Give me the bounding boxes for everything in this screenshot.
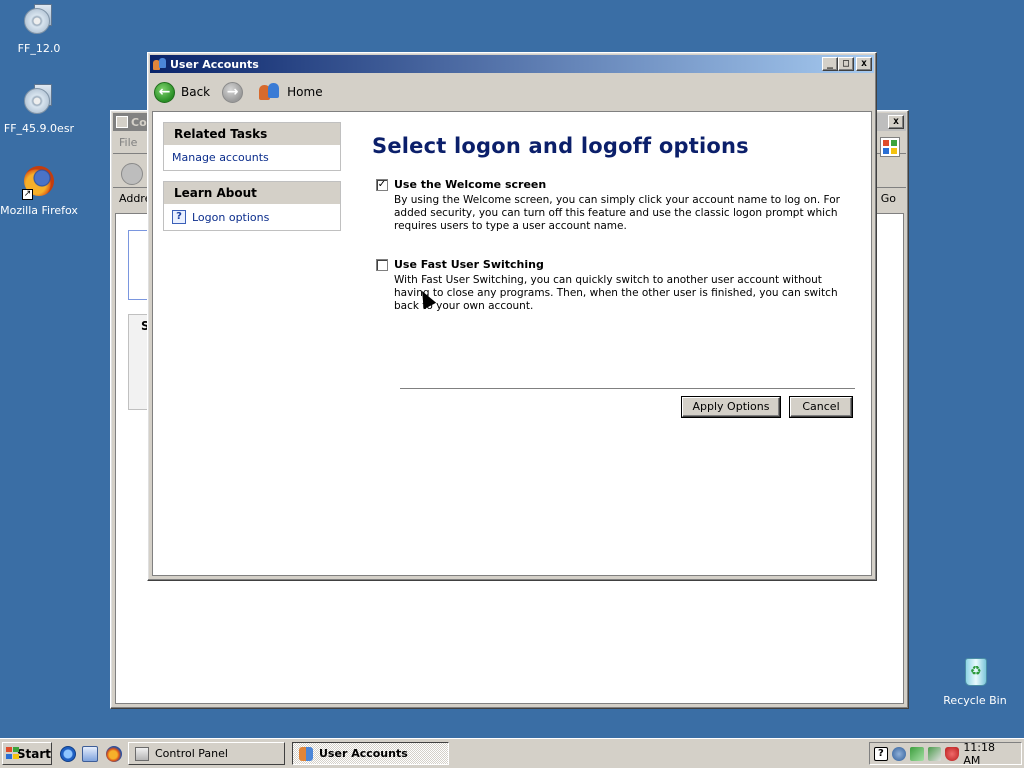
taskbar: Start Control Panel User Accounts ? 11:1… (0, 738, 1024, 768)
home-button[interactable]: Home (287, 85, 322, 99)
back-button[interactable]: Back (181, 85, 210, 99)
start-button[interactable]: Start (2, 742, 52, 765)
back-arrow-icon[interactable]: ← (154, 81, 175, 103)
control-panel-app-icon (116, 116, 128, 128)
related-tasks-panel: Related Tasks Manage accounts (163, 122, 341, 171)
home-users-icon[interactable] (259, 82, 281, 102)
close-icon[interactable]: x (888, 115, 904, 129)
desktop-icon-label: FF_12.0 (17, 42, 61, 55)
cd-installer-icon (22, 4, 56, 38)
logon-options-label: Logon options (192, 210, 270, 224)
security-alert-icon[interactable] (945, 746, 960, 761)
desktop-icon-ff12[interactable]: FF_12.0 (0, 4, 81, 55)
desktop-icon-label: FF_45.9.0esr (3, 122, 75, 135)
desktop-icon-label: Recycle Bin (943, 694, 1007, 707)
separator-line (400, 388, 855, 389)
welcome-screen-label[interactable]: Use the Welcome screen (394, 178, 546, 191)
manage-accounts-label: Manage accounts (172, 151, 269, 164)
menu-file[interactable]: File (119, 136, 137, 149)
taskbar-item-user-accounts[interactable]: User Accounts (292, 742, 449, 765)
fast-user-switching-option: Use Fast User Switching With Fast User S… (376, 258, 856, 313)
user-accounts-icon (299, 746, 313, 761)
help-question-icon: ? (172, 210, 186, 224)
system-tray: ? 11:18 AM (869, 741, 1022, 767)
user-accounts-window[interactable]: User Accounts _ □ x ← Back → Home Relate… (147, 52, 877, 581)
apply-options-button[interactable]: Apply Options (682, 397, 780, 417)
taskbar-item-label: Control Panel (155, 747, 228, 760)
welcome-screen-description: By using the Welcome screen, you can sim… (394, 194, 840, 232)
welcome-screen-checkbox[interactable]: ✓ (376, 178, 388, 191)
fast-user-switching-label[interactable]: Use Fast User Switching (394, 258, 544, 271)
internet-explorer-icon[interactable] (60, 746, 76, 762)
related-tasks-heading: Related Tasks (164, 123, 340, 145)
user-accounts-titlebar[interactable]: User Accounts _ □ x (150, 55, 874, 73)
fast-user-switching-checkbox[interactable] (376, 258, 388, 271)
help-tray-icon[interactable]: ? (874, 746, 888, 761)
show-desktop-icon[interactable] (82, 746, 98, 762)
taskbar-item-control-panel[interactable]: Control Panel (128, 742, 285, 765)
welcome-screen-option: ✓ Use the Welcome screen By using the We… (376, 178, 856, 233)
desktop-icon-firefox[interactable]: ↗ Mozilla Firefox (0, 166, 81, 217)
learn-about-panel: Learn About ? Logon options (163, 181, 341, 231)
desktop-icon-ff45[interactable]: FF_45.9.0esr (0, 84, 81, 135)
desktop-icon-recycle-bin[interactable]: Recycle Bin (933, 656, 1017, 707)
network-icon[interactable] (909, 746, 924, 761)
logon-options-link[interactable]: ? Logon options (164, 204, 340, 230)
security-shield-icon[interactable] (891, 746, 906, 761)
cancel-button[interactable]: Cancel (790, 397, 852, 417)
window-title: User Accounts (170, 57, 259, 71)
forward-arrow-icon[interactable]: → (222, 81, 244, 103)
back-icon[interactable] (121, 163, 143, 185)
user-accounts-app-icon (153, 58, 167, 70)
start-label: Start (16, 746, 51, 761)
cd-installer-icon (22, 84, 56, 118)
minimize-icon[interactable]: _ (822, 57, 838, 71)
manage-accounts-link[interactable]: Manage accounts (164, 145, 340, 170)
firefox-icon: ↗ (22, 166, 56, 200)
go-button[interactable]: Go (881, 192, 896, 205)
taskbar-item-label: User Accounts (319, 747, 408, 760)
user-accounts-content: Related Tasks Manage accounts Learn Abou… (152, 111, 872, 576)
recycle-bin-icon (958, 656, 992, 690)
control-panel-icon (135, 746, 149, 761)
close-icon[interactable]: x (856, 57, 872, 71)
navigation-bar: ← Back → Home (150, 75, 874, 109)
maximize-icon[interactable]: □ (838, 57, 854, 71)
learn-about-heading: Learn About (164, 182, 340, 204)
safely-remove-hardware-icon[interactable] (927, 746, 942, 761)
clock[interactable]: 11:18 AM (963, 741, 1015, 767)
page-title: Select logon and logoff options (372, 134, 749, 158)
windows-flag-icon (6, 747, 19, 760)
firefox-quicklaunch-icon[interactable] (106, 746, 122, 762)
windows-logo-icon (880, 137, 900, 157)
desktop-icon-label: Mozilla Firefox (0, 204, 78, 217)
fast-user-switching-description: With Fast User Switching, you can quickl… (394, 274, 838, 312)
